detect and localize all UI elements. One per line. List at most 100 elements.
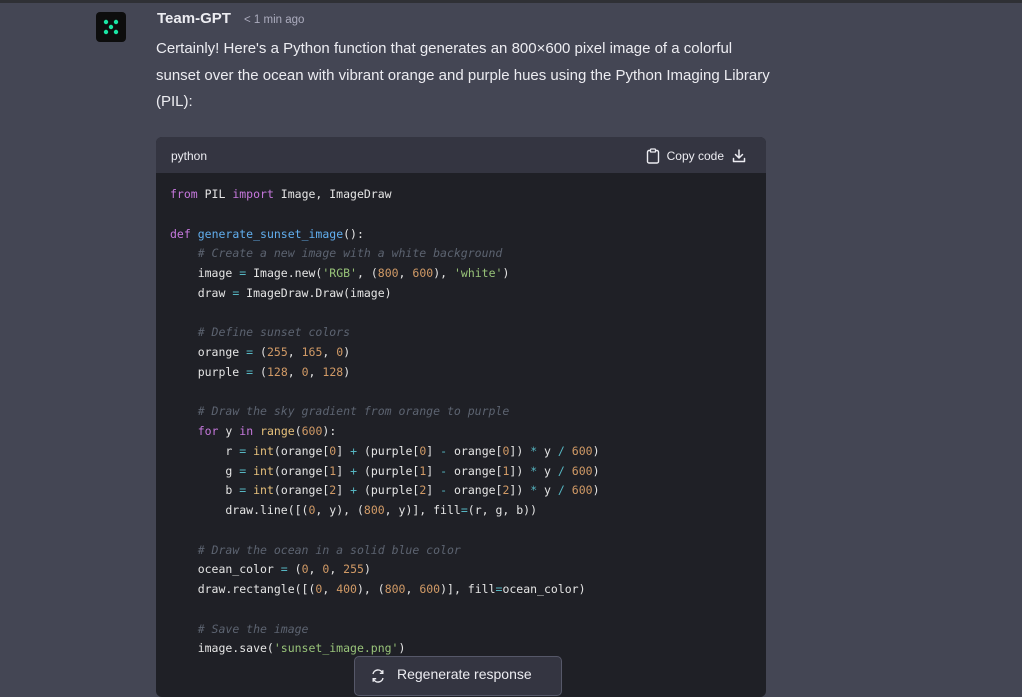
code-token: 600: [571, 463, 593, 478]
code-token: r: [170, 443, 240, 458]
code-token: +: [350, 463, 358, 478]
code-token: in: [239, 424, 254, 438]
code-token: 165: [301, 345, 323, 359]
code-token: ):: [322, 424, 337, 438]
code-token: 0: [301, 562, 309, 577]
code-token: 255: [343, 562, 364, 577]
code-token: ():: [343, 226, 364, 241]
copy-code-button[interactable]: Copy code: [646, 147, 746, 165]
code-token: (: [294, 424, 302, 438]
code-token: orange[: [447, 463, 503, 478]
code-token: =: [460, 503, 468, 517]
code-token: orange[: [447, 483, 503, 498]
copy-code-label: Copy code: [666, 149, 724, 163]
code-token: ,: [308, 562, 323, 577]
code-line: def generate_sunset_image():: [170, 225, 600, 245]
code-token: from: [170, 187, 198, 201]
code-token: orange: [170, 345, 247, 359]
code-token: ): [343, 345, 351, 359]
code-token: y: [537, 463, 558, 478]
code-token: int: [253, 443, 274, 458]
code-line: # Draw the sky gradient from orange to p…: [170, 402, 600, 422]
code-line: draw.rectangle([(0, 400), (800, 600)], f…: [170, 580, 600, 600]
code-token: 800: [363, 503, 385, 517]
regenerate-response-button[interactable]: Regenerate response: [354, 656, 562, 696]
code-line: # Define sunset colors: [170, 323, 600, 343]
code-token: ,: [308, 364, 323, 379]
code-line: purple = (128, 0, 128): [170, 363, 600, 383]
code-token: ImageDraw.Draw(image): [239, 285, 392, 300]
code-token: image: [170, 266, 240, 280]
code-token: draw.rectangle([(: [170, 582, 316, 596]
code-line: draw = ImageDraw.Draw(image): [170, 284, 600, 304]
code-token: , y)], fill: [384, 503, 461, 517]
code-line: r = int(orange[0] + (purple[0] - orange[…: [170, 442, 600, 462]
code-token: ): [592, 483, 600, 498]
code-token: ocean_color): [502, 582, 586, 596]
team-gpt-logo-icon: [103, 19, 119, 35]
code-token: ]: [336, 483, 351, 498]
code-token: image.save(: [170, 641, 274, 656]
team-gpt-avatar: [96, 12, 126, 42]
code-token: for: [197, 424, 219, 438]
code-token: Image, ImageDraw: [273, 187, 392, 201]
code-token: ): [592, 443, 600, 458]
code-token: +: [350, 483, 358, 498]
code-token: g: [170, 463, 240, 478]
code-token: ): [343, 364, 351, 379]
top-bar: [0, 0, 1022, 3]
code-line: orange = (255, 165, 0): [170, 343, 600, 363]
code-token: (: [253, 364, 267, 379]
code-token: ]: [426, 483, 441, 498]
refresh-icon: [371, 669, 385, 686]
code-token: def: [170, 226, 191, 241]
code-line: b = int(orange[2] + (purple[2] - orange[…: [170, 481, 600, 501]
code-token: # Draw the sky gradient from orange to p…: [197, 404, 510, 419]
code-token: # Define sunset colors: [197, 325, 351, 340]
code-token: ): [398, 641, 406, 656]
code-line: # Save the image: [170, 620, 600, 640]
code-token: 128: [266, 364, 288, 379]
clipboard-icon: [646, 148, 660, 164]
download-icon[interactable]: [732, 149, 746, 163]
code-token: ),: [433, 266, 454, 280]
code-token: (orange[: [273, 483, 330, 498]
code-token: orange[: [447, 443, 503, 458]
code-token: # Draw the ocean in a solid blue color: [197, 542, 461, 557]
code-token: ]): [509, 463, 531, 478]
code-token: 128: [322, 364, 344, 379]
code-line: draw.line([(0, y), (800, y)], fill=(r, g…: [170, 501, 600, 521]
code-token: (orange[: [273, 443, 330, 458]
code-token: Image.new(: [246, 266, 323, 280]
code-token: y: [537, 483, 558, 498]
code-token: ,: [405, 582, 420, 596]
code-token: int: [253, 483, 274, 498]
message-author: Team-GPT: [157, 10, 231, 27]
regenerate-response-label: Regenerate response: [397, 666, 532, 682]
code-token: , y), (: [315, 503, 364, 517]
code-token: ,: [287, 345, 302, 359]
code-token: int: [253, 463, 274, 478]
code-token: ,: [329, 562, 344, 577]
code-token: PIL: [197, 187, 233, 201]
code-line: # Draw the ocean in a solid blue color: [170, 541, 600, 561]
code-token: ]): [509, 443, 531, 458]
code-token: b: [170, 483, 240, 498]
code-line: for y in range(600):: [170, 422, 600, 442]
code-token: (purple[: [357, 463, 420, 478]
code-token: (purple[: [357, 443, 420, 458]
code-token: /: [557, 483, 565, 498]
code-token: 800: [384, 582, 406, 596]
message-text: Certainly! Here's a Python function that…: [156, 40, 770, 110]
code-token: ): [592, 463, 600, 478]
code-token: 0: [301, 364, 309, 379]
